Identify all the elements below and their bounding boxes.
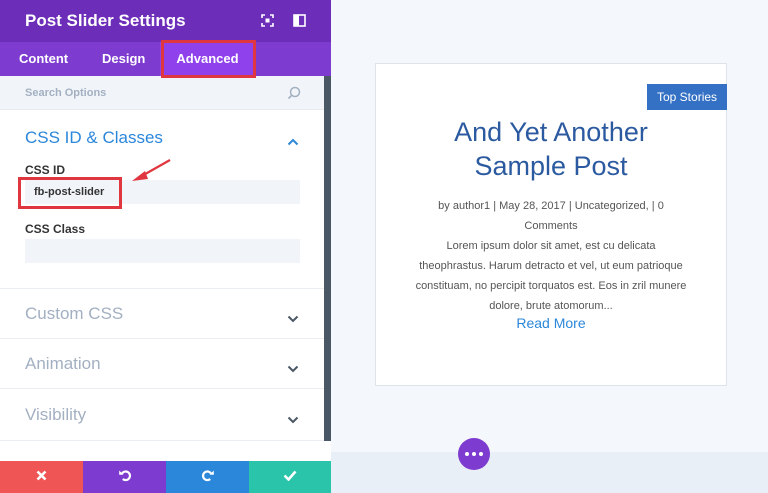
post-excerpt: Lorem ipsum dolor sit amet, est cu delic… xyxy=(415,240,687,312)
panel-scrollbar[interactable] xyxy=(324,76,331,441)
section-divider xyxy=(0,338,324,339)
dot-icon xyxy=(479,452,483,456)
post-title-line-1[interactable]: And Yet Another xyxy=(375,115,727,149)
css-class-label: CSS Class xyxy=(25,222,86,236)
panel-title: Post Slider Settings xyxy=(25,11,186,30)
undo-button[interactable] xyxy=(83,461,166,493)
category-badge[interactable]: Top Stories xyxy=(647,84,728,110)
chevron-down-icon[interactable] xyxy=(287,310,299,328)
more-options-button[interactable] xyxy=(458,438,490,470)
save-button[interactable] xyxy=(249,461,331,493)
section-bottom-band xyxy=(331,452,768,493)
section-divider xyxy=(0,388,324,389)
expand-icon[interactable] xyxy=(260,13,275,28)
discard-button[interactable] xyxy=(0,461,83,493)
dot-icon xyxy=(465,452,469,456)
section-title-css-id-classes[interactable]: CSS ID & Classes xyxy=(25,128,163,148)
section-title-visibility[interactable]: Visibility xyxy=(25,405,86,425)
post-meta-comments: Comments xyxy=(524,220,578,232)
tab-content[interactable]: Content xyxy=(19,42,68,76)
css-id-label: CSS ID xyxy=(25,163,66,177)
section-divider xyxy=(0,440,324,441)
tab-design[interactable]: Design xyxy=(102,42,145,76)
section-title-custom-css[interactable]: Custom CSS xyxy=(25,304,123,324)
redo-icon xyxy=(201,468,215,487)
search-bar xyxy=(0,76,324,110)
search-icon[interactable] xyxy=(287,86,301,105)
checkmark-icon xyxy=(283,468,297,486)
css-class-input[interactable] xyxy=(25,239,300,263)
panel-header: Post Slider Settings xyxy=(0,0,331,42)
read-more-link[interactable]: Read More xyxy=(375,315,727,331)
panel-footer xyxy=(0,461,331,493)
dot-icon xyxy=(472,452,476,456)
tab-advanced[interactable]: Advanced xyxy=(160,42,255,76)
chevron-down-icon[interactable] xyxy=(287,360,299,378)
post-title-line-2[interactable]: Sample Post xyxy=(375,149,727,183)
sidebar-layout-icon[interactable] xyxy=(292,13,307,28)
section-title-animation[interactable]: Animation xyxy=(25,354,101,374)
search-input[interactable] xyxy=(25,84,275,102)
chevron-up-icon[interactable] xyxy=(287,133,299,151)
post-meta: by author1 | May 28, 2017 | Uncategorize… xyxy=(438,200,664,212)
chevron-down-icon[interactable] xyxy=(287,411,299,429)
section-divider xyxy=(0,288,324,289)
redo-button[interactable] xyxy=(166,461,249,493)
close-icon xyxy=(36,468,47,486)
settings-panel: Post Slider Settings Content Design Adva… xyxy=(0,0,331,493)
undo-icon xyxy=(118,468,132,487)
annotation-arrow-icon xyxy=(130,157,174,190)
settings-tabs: Content Design Advanced xyxy=(0,42,331,76)
